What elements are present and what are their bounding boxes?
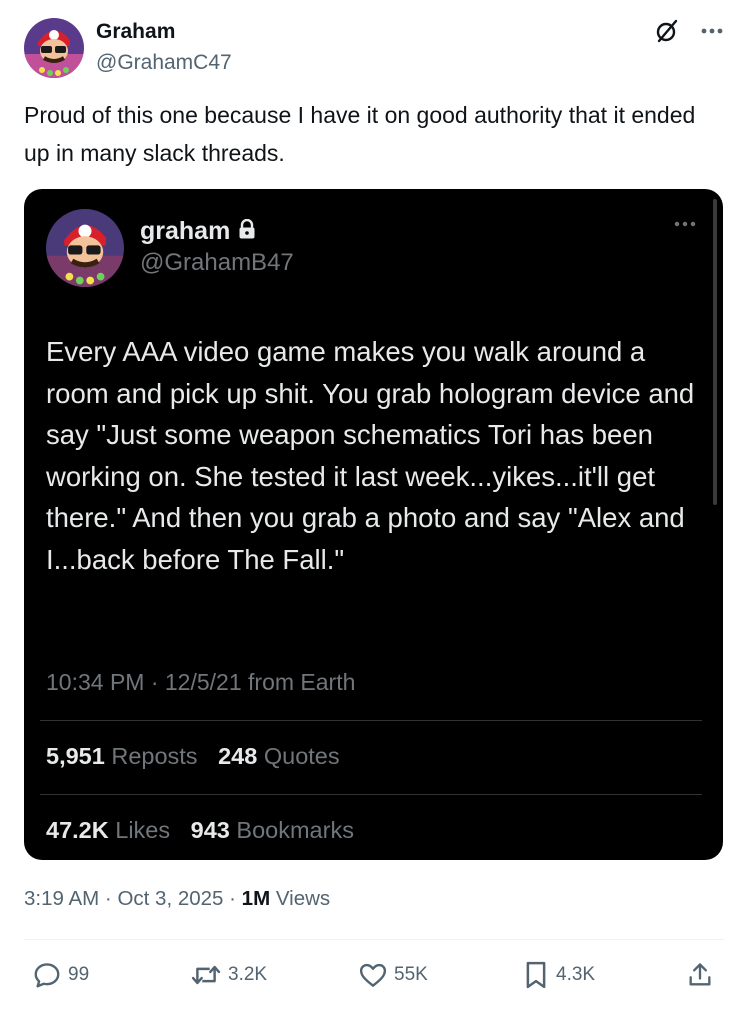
action-bar: 99 3.2K 55K 4.3K — [24, 955, 724, 995]
more-icon — [673, 215, 697, 233]
bookmark-icon — [526, 961, 546, 989]
author-avatar[interactable] — [24, 18, 84, 78]
tweet-time[interactable]: 3:19 AM — [24, 887, 99, 910]
quoted-tweet-image[interactable]: graham @GrahamB47 Every AAA video game m… — [24, 189, 723, 860]
reposts-count: 5,951 — [46, 743, 105, 769]
reposts-label: Reposts — [111, 743, 198, 769]
tweet-date[interactable]: Oct 3, 2025 — [117, 887, 223, 910]
bookmark-count: 4.3K — [556, 964, 596, 985]
scrollbar — [713, 199, 717, 505]
bookmarks-label: Bookmarks — [236, 817, 354, 843]
author-handle[interactable]: @GrahamC47 — [96, 51, 232, 75]
views-label: Views — [275, 887, 331, 910]
tweet-text: Proud of this one because I have it on g… — [24, 102, 696, 166]
quoted-name-row: graham — [140, 217, 256, 246]
quoted-reposts-quotes: 5,951 Reposts 248 Quotes — [46, 743, 340, 770]
quoted-text: Every AAA video game makes you walk arou… — [46, 336, 695, 575]
author-name[interactable]: Graham — [96, 20, 175, 44]
grok-icon[interactable] — [654, 18, 680, 44]
retweet-icon — [191, 965, 221, 985]
quoted-avatar — [46, 209, 124, 287]
header-actions — [654, 18, 724, 44]
more-icon[interactable] — [700, 27, 724, 35]
quoted-timestamp: 10:34 PM · 12/5/21 from Earth — [46, 669, 356, 695]
avatar-mario-icon — [46, 209, 124, 287]
bookmark-button[interactable]: 4.3K — [522, 955, 595, 995]
likes-count: 47.2K — [46, 817, 109, 843]
reply-count: 99 — [68, 964, 90, 985]
retweet-button[interactable]: 3.2K — [190, 955, 267, 995]
views-count: 1M — [241, 887, 271, 910]
likes-label: Likes — [115, 817, 171, 843]
divider — [24, 939, 724, 940]
divider — [40, 720, 702, 721]
divider — [40, 794, 702, 795]
reply-icon — [34, 963, 60, 988]
quotes-label: Quotes — [263, 743, 340, 769]
share-icon — [689, 963, 711, 986]
quoted-likes-bookmarks: 47.2K Likes 943 Bookmarks — [46, 817, 354, 844]
retweet-count: 3.2K — [228, 964, 268, 985]
quoted-name: graham — [140, 217, 231, 245]
bookmarks-count: 943 — [190, 817, 230, 843]
like-count: 55K — [394, 964, 428, 985]
like-icon — [359, 963, 387, 987]
lock-icon — [238, 217, 256, 246]
like-button[interactable]: 55K — [358, 955, 428, 995]
tweet-meta: 3:19 AM · Oct 3, 2025 · 1M Views — [24, 887, 331, 910]
share-button[interactable] — [686, 955, 714, 995]
quoted-handle: @GrahamB47 — [140, 249, 294, 276]
quotes-count: 248 — [218, 743, 258, 769]
reply-button[interactable]: 99 — [32, 955, 89, 995]
avatar-mario-icon — [24, 18, 84, 78]
